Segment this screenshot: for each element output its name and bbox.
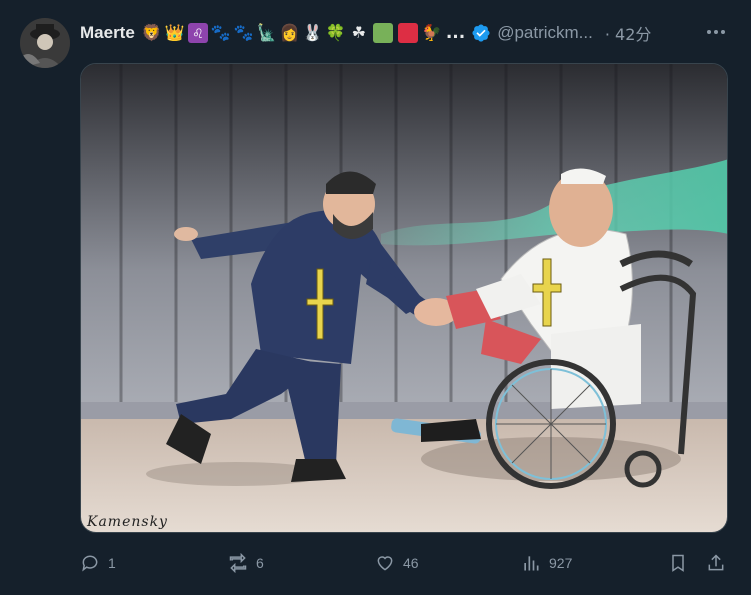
reply-button[interactable]: 1 xyxy=(80,548,116,578)
paw-prints-icon: 🐾 xyxy=(233,23,254,42)
views-button[interactable]: 927 xyxy=(521,548,572,578)
heart-icon xyxy=(377,556,393,571)
red-square-icon xyxy=(397,23,418,43)
green-square-icon xyxy=(372,23,393,43)
crown-icon: 👑 xyxy=(164,23,185,42)
reply-icon xyxy=(82,555,98,572)
reply-count: 1 xyxy=(108,555,116,571)
leo-sign-icon: ♌ xyxy=(187,22,209,44)
post-time[interactable]: · 42分 xyxy=(605,21,652,45)
rabbit-icon: 🐰 xyxy=(302,23,323,42)
bookmark-button[interactable] xyxy=(668,548,696,578)
views-icon xyxy=(524,556,539,571)
rooster-icon: 🐓 xyxy=(421,23,442,42)
cartoon-illustration xyxy=(81,64,727,532)
artist-signature: Kamensky xyxy=(87,514,168,530)
bookmark-icon xyxy=(672,554,684,572)
paw-prints-icon: 🐾 xyxy=(210,23,231,42)
share-button[interactable] xyxy=(706,548,734,578)
like-count: 46 xyxy=(403,555,419,571)
tweet: Maerte 🦁 👑 ♌ 🐾 🐾 🗽 👩 🐰 🍀 ☘ 🐓 ... @patric… xyxy=(0,0,751,595)
lion-icon: 🦁 xyxy=(141,23,162,42)
views-count: 927 xyxy=(549,555,573,571)
svg-text:♌: ♌ xyxy=(192,27,204,42)
more-icon xyxy=(707,30,725,34)
share-icon xyxy=(708,554,724,571)
post-image[interactable]: Kamensky xyxy=(80,63,728,533)
author-name[interactable]: Maerte xyxy=(80,23,135,43)
repost-button[interactable]: 6 xyxy=(228,548,264,578)
repost-icon xyxy=(229,553,247,573)
verified-badge-icon[interactable] xyxy=(471,23,491,43)
tweet-actions: 1 6 46 927 xyxy=(0,548,751,578)
woman-icon: 👩 xyxy=(279,23,300,42)
avatar[interactable] xyxy=(20,18,70,68)
more-options-button[interactable] xyxy=(704,22,728,42)
repost-count: 6 xyxy=(256,555,264,571)
author-handle[interactable]: @patrickm... xyxy=(497,23,593,43)
statue-of-liberty-icon: 🗽 xyxy=(256,23,277,42)
tweet-header: Maerte 🦁 👑 ♌ 🐾 🐾 🗽 👩 🐰 🍀 ☘ 🐓 ... @patric… xyxy=(80,20,651,46)
shamrock-icon: ☘ xyxy=(351,23,366,42)
like-button[interactable]: 46 xyxy=(375,548,419,578)
four-leaf-clover-icon: 🍀 xyxy=(325,23,346,42)
author-emojis: 🦁 👑 ♌ 🐾 🐾 🗽 👩 🐰 🍀 ☘ 🐓 ... xyxy=(141,22,465,44)
emoji-overflow: ... xyxy=(445,23,466,43)
